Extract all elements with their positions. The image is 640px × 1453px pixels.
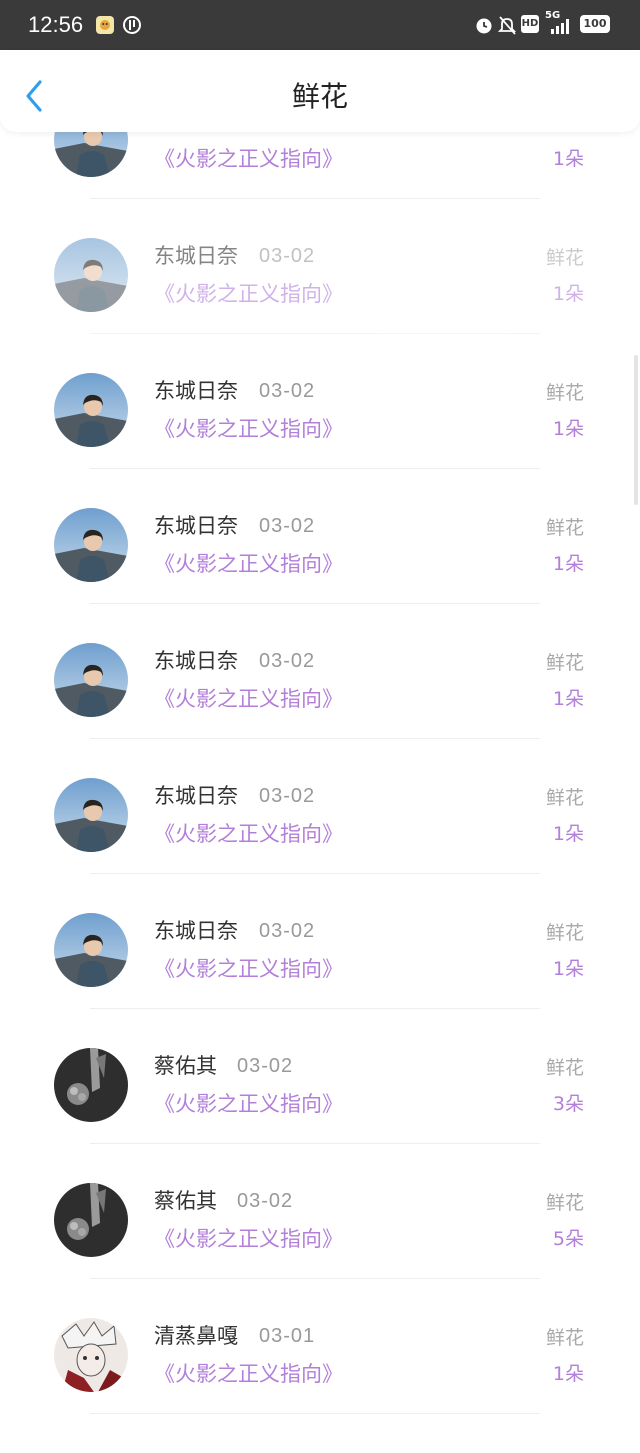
scrollbar[interactable] (634, 355, 638, 505)
book-title[interactable]: 《火影之正义指向》 (154, 144, 343, 174)
gift-date: 03-01 (259, 1325, 316, 1347)
gift-date: 03-02 (259, 920, 316, 942)
gift-date: 03-02 (259, 515, 316, 537)
book-title[interactable]: 《火影之正义指向》 (154, 279, 343, 309)
user-name[interactable]: 蔡佑其 (154, 1186, 217, 1216)
status-bar: 12:56 HD 5G 100 (0, 0, 640, 50)
gift-date: 03-02 (259, 785, 316, 807)
row-divider (90, 738, 540, 739)
gift-count: 3朵 (552, 1093, 584, 1115)
book-title[interactable]: 《火影之正义指向》 (154, 549, 343, 579)
signal-icon: 5G (545, 10, 575, 36)
list-item[interactable]: 东城日奈 03-02 《火影之正义指向》 鲜花 1朵 (0, 373, 640, 508)
gift-date: 03-02 (259, 245, 316, 267)
row-divider (90, 198, 540, 199)
gift-count: 1朵 (552, 283, 584, 305)
gift-date: 03-02 (237, 1190, 294, 1212)
status-time: 12:56 (28, 12, 84, 37)
gift-date: 03-02 (237, 1055, 294, 1077)
user-name[interactable]: 东城日奈 (154, 916, 238, 946)
gift-count: 1朵 (552, 1363, 584, 1385)
row-divider (90, 468, 540, 469)
gift-count: 1朵 (552, 553, 584, 575)
list-item[interactable]: 蔡佑其 03-02 《火影之正义指向》 鲜花 3朵 (0, 1048, 640, 1183)
user-name[interactable]: 东城日奈 (154, 781, 238, 811)
battery-level: 100 (583, 17, 607, 30)
gift-count: 1朵 (552, 688, 584, 710)
notification-app-icon (96, 16, 114, 34)
list-item[interactable]: 蔡佑其 03-02 《火影之正义指向》 鲜花 5朵 (0, 1183, 640, 1318)
gift-type: 鲜花 (545, 247, 584, 269)
book-title[interactable]: 《火影之正义指向》 (154, 1089, 343, 1119)
user-name[interactable]: 清蒸鼻嘎 (154, 1321, 238, 1351)
row-divider (90, 873, 540, 874)
user-name[interactable]: 东城日奈 (154, 376, 238, 406)
row-divider (90, 1413, 540, 1414)
gift-type: 鲜花 (545, 1327, 584, 1349)
list-item[interactable]: 东城日奈 03-02 《火影之正义指向》 鲜花 1朵 (0, 913, 640, 1048)
gift-count: 5朵 (552, 1228, 584, 1250)
hd-icon: HD (521, 15, 539, 33)
gift-count: 1朵 (552, 418, 584, 440)
avatar[interactable] (54, 1318, 128, 1392)
gift-date: 03-02 (259, 380, 316, 402)
gift-type: 鲜花 (545, 922, 584, 944)
row-divider (90, 1143, 540, 1144)
list-item[interactable]: 清蒸鼻嘎 03-01 《火影之正义指向》 鲜花 1朵 (0, 1318, 640, 1453)
avatar[interactable] (54, 508, 128, 582)
gift-type: 鲜花 (545, 1057, 584, 1079)
list-item[interactable]: 东城日奈 03-02 《火影之正义指向》 鲜花 1朵 (0, 778, 640, 913)
avatar[interactable] (54, 778, 128, 852)
list-item[interactable]: 东城日奈 03-02 《火影之正义指向》 鲜花 1朵 (0, 508, 640, 643)
gift-type: 鲜花 (545, 382, 584, 404)
book-title[interactable]: 《火影之正义指向》 (154, 954, 343, 984)
mute-icon (497, 16, 517, 35)
avatar[interactable] (54, 643, 128, 717)
gift-count: 1朵 (552, 823, 584, 845)
alarm-icon (476, 18, 492, 34)
page-title: 鲜花 (291, 80, 348, 113)
book-title[interactable]: 《火影之正义指向》 (154, 1359, 343, 1389)
gift-count: 1朵 (552, 148, 584, 170)
book-title[interactable]: 《火影之正义指向》 (154, 414, 343, 444)
list-item[interactable]: 东城日奈 03-02 《火影之正义指向》 鲜花 1朵 (0, 643, 640, 778)
battery-icon: 100 (580, 15, 610, 33)
header: 鲜花 (0, 50, 640, 132)
user-name[interactable]: 东城日奈 (154, 241, 238, 271)
app-badge-icon (123, 16, 141, 34)
avatar[interactable] (54, 238, 128, 312)
gift-type: 鲜花 (545, 1192, 584, 1214)
avatar[interactable] (54, 913, 128, 987)
book-title[interactable]: 《火影之正义指向》 (154, 819, 343, 849)
user-name[interactable]: 东城日奈 (154, 511, 238, 541)
row-divider (90, 603, 540, 604)
gift-type: 鲜花 (545, 787, 584, 809)
book-title[interactable]: 《火影之正义指向》 (154, 684, 343, 714)
hd-label: HD (521, 18, 539, 29)
row-divider (90, 1278, 540, 1279)
row-divider (90, 333, 540, 334)
gift-count: 1朵 (552, 958, 584, 980)
gift-type: 鲜花 (545, 517, 584, 539)
list-item[interactable]: 东城日奈 03-02 《火影之正义指向》 鲜花 1朵 (0, 238, 640, 373)
user-name[interactable]: 蔡佑其 (154, 1051, 217, 1081)
avatar[interactable] (54, 1183, 128, 1257)
gift-type: 鲜花 (545, 652, 584, 674)
book-title[interactable]: 《火影之正义指向》 (154, 1224, 343, 1254)
gift-date: 03-02 (259, 650, 316, 672)
avatar[interactable] (54, 373, 128, 447)
row-divider (90, 1008, 540, 1009)
avatar[interactable] (54, 1048, 128, 1122)
user-name[interactable]: 东城日奈 (154, 646, 238, 676)
